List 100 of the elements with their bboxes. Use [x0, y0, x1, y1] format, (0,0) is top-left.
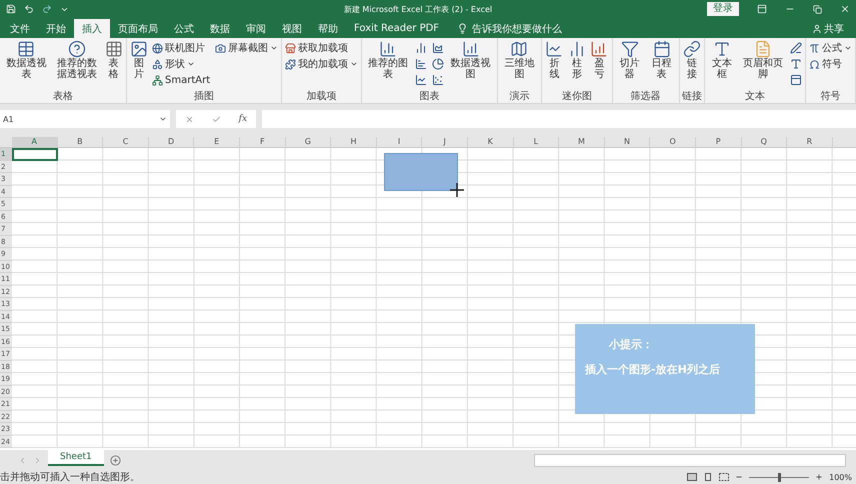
- ribbon-button[interactable]: 推荐的数据透视表: [52, 40, 102, 80]
- text-icon: [713, 40, 732, 58]
- ribbon-icon-button[interactable]: [788, 72, 803, 88]
- ribbon-tab[interactable]: Foxit Reader PDF: [346, 19, 448, 38]
- ribbon-icon-button[interactable]: [430, 40, 445, 56]
- ribbon-tab[interactable]: 公式: [166, 19, 202, 38]
- selected-cell[interactable]: [12, 148, 58, 160]
- save-icon[interactable]: [6, 4, 16, 14]
- document-icon: [754, 40, 772, 58]
- ribbon-button[interactable]: 链接: [682, 40, 702, 80]
- tip-text: 插入一个图形-放在H列之后: [585, 362, 721, 377]
- ribbon-icon-button[interactable]: [430, 72, 445, 88]
- sheet-tab[interactable]: Sheet1: [48, 450, 104, 466]
- ribbon-button[interactable]: 符号: [808, 56, 853, 72]
- column-header[interactable]: D: [148, 137, 194, 147]
- group-label: 筛选器: [630, 91, 661, 103]
- column-header[interactable]: B: [58, 137, 104, 147]
- column-header[interactable]: N: [604, 137, 650, 147]
- ribbon-button[interactable]: 我的加载项: [284, 56, 360, 72]
- ribbon-tab[interactable]: 数据: [202, 19, 238, 38]
- ribbon-tab[interactable]: 插入: [74, 19, 110, 38]
- column-header[interactable]: G: [286, 137, 332, 147]
- share-button[interactable]: 共享: [806, 19, 850, 38]
- ribbon-button[interactable]: 屏幕截图: [214, 40, 280, 56]
- ribbon-button[interactable]: 联机图片: [151, 40, 212, 56]
- table-icon: [17, 40, 36, 58]
- ribbon-tab[interactable]: 审阅: [238, 19, 274, 38]
- column-header[interactable]: I: [376, 137, 422, 147]
- image-icon: [130, 40, 148, 58]
- ribbon-button[interactable]: 盈亏: [589, 40, 610, 80]
- status-message: 击并拖动可插入一种自选图形。: [0, 470, 140, 484]
- globe-icon: [152, 42, 163, 54]
- column-header[interactable]: F: [240, 137, 286, 147]
- add-sheet-icon[interactable]: [110, 454, 121, 466]
- sign-in-button[interactable]: 登录: [707, 2, 739, 16]
- ribbon-button[interactable]: 图片: [129, 40, 149, 80]
- ribbon-button[interactable]: 公式: [808, 40, 853, 56]
- cancel-icon[interactable]: [184, 114, 194, 124]
- column-header[interactable]: P: [696, 137, 742, 147]
- ribbon-tab[interactable]: 开始: [38, 19, 74, 38]
- name-box[interactable]: A1: [0, 110, 170, 128]
- crosshair-cursor-icon: [450, 183, 464, 197]
- insert-function-button[interactable]: fx: [238, 114, 248, 124]
- ribbon-icon-button[interactable]: [414, 72, 428, 88]
- ribbon-button[interactable]: 切片器: [614, 40, 645, 80]
- zoom-in-icon[interactable]: [815, 473, 824, 481]
- column-header[interactable]: R: [787, 137, 833, 147]
- column-header[interactable]: O: [650, 137, 696, 147]
- undo-icon[interactable]: [24, 4, 34, 14]
- ribbon-tab[interactable]: 视图: [274, 19, 310, 38]
- column-header[interactable]: L: [514, 137, 560, 147]
- ribbon-tab[interactable]: 页面布局: [110, 19, 166, 38]
- formula-input[interactable]: [262, 110, 856, 128]
- column-header[interactable]: J: [422, 137, 468, 147]
- redo-icon[interactable]: [42, 4, 52, 14]
- column-header[interactable]: E: [194, 137, 240, 147]
- zoom-thumb[interactable]: [778, 472, 782, 482]
- ribbon-icon-button[interactable]: [414, 56, 428, 72]
- ribbon-icon-button[interactable]: [788, 40, 803, 56]
- camera-icon: [215, 42, 226, 54]
- window-title: 新建 Microsoft Excel 工作表 (2) - Excel: [344, 4, 492, 14]
- tip-title: 小提示：: [609, 337, 654, 352]
- group-label: 图表: [419, 91, 440, 103]
- ribbon-button[interactable]: 形状: [151, 56, 212, 72]
- column-header[interactable]: Q: [742, 137, 788, 147]
- ribbon-display-icon[interactable]: [757, 4, 767, 14]
- ribbon-button[interactable]: 推荐的图表: [364, 40, 412, 80]
- ribbon-tab[interactable]: 帮助: [310, 19, 346, 38]
- page-layout-icon[interactable]: [703, 473, 714, 481]
- page-break-icon[interactable]: [719, 473, 730, 481]
- lightbulb-icon: [457, 23, 468, 34]
- ribbon-button[interactable]: 数据透视图: [446, 40, 495, 80]
- ribbon-button[interactable]: 日程表: [646, 40, 677, 80]
- column-header[interactable]: C: [103, 137, 149, 147]
- restore-icon[interactable]: [813, 4, 822, 14]
- ribbon-button[interactable]: 表格: [103, 40, 124, 80]
- ribbon-button[interactable]: 页眉和页脚: [738, 40, 787, 80]
- normal-view-icon[interactable]: [687, 473, 698, 481]
- ribbon-button[interactable]: 三维地图: [500, 40, 539, 80]
- group-label: 表格: [53, 91, 73, 103]
- scatter-chart-icon: [432, 74, 444, 86]
- close-icon[interactable]: [840, 4, 850, 14]
- horizontal-scrollbar[interactable]: [534, 454, 846, 466]
- column-header[interactable]: H: [331, 137, 377, 147]
- ribbon-button[interactable]: 获取加载项: [284, 40, 360, 56]
- column-header[interactable]: M: [559, 137, 605, 147]
- ribbon-button[interactable]: SmartArt: [151, 72, 212, 88]
- column-header[interactable]: K: [468, 137, 514, 147]
- ribbon-tab[interactable]: 文件: [2, 19, 38, 38]
- link-icon: [682, 40, 701, 58]
- ribbon-button[interactable]: 文本框: [707, 40, 737, 80]
- tell-me-field[interactable]: 告诉我你想要做什么: [472, 22, 562, 36]
- ribbon-icon-button[interactable]: [430, 56, 445, 72]
- text-icon: [790, 58, 802, 70]
- group-label: 符号: [820, 91, 840, 103]
- ribbon-button[interactable]: 折线: [544, 40, 565, 80]
- column-header[interactable]: A: [12, 137, 58, 147]
- ribbon-button[interactable]: 柱形: [566, 40, 588, 80]
- ribbon-button[interactable]: 数据透视表: [2, 40, 51, 80]
- dropdown-icon: [159, 115, 167, 123]
